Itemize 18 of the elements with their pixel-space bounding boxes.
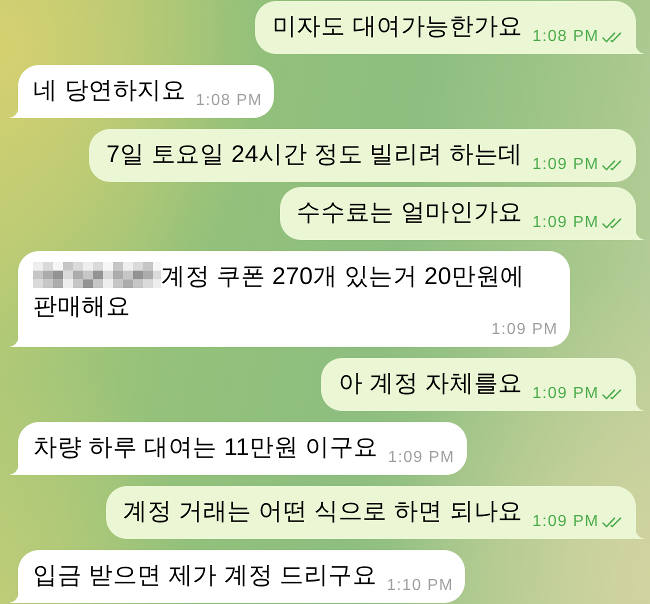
message-time: 1:09 PM	[532, 215, 599, 231]
message-time: 1:10 PM	[386, 578, 454, 594]
message-text: 아 계정 자체를요	[338, 370, 522, 397]
message-time: 1:08 PM	[532, 29, 599, 45]
message-text: 수수료는 얼마인가요	[296, 199, 522, 226]
message-time: 1:08 PM	[196, 93, 262, 109]
message-text: 7일 토요일 24시간 정도 빌리려 하는데	[106, 141, 522, 168]
message-text: 입금 받으면 제가 계정 드리구요	[33, 562, 377, 589]
message-time: 1:09 PM	[532, 157, 599, 173]
message-text: 계정 거래는 어떤 식으로 하면 되나요	[123, 498, 522, 525]
message-text: 네 당연하지요	[33, 77, 186, 104]
message-time: 1:09 PM	[532, 514, 599, 530]
message-time: 1:09 PM	[491, 322, 558, 338]
message-time: 1:09 PM	[532, 386, 599, 402]
message-text: 차량 하루 대여는 11만원 이구요	[33, 434, 378, 461]
message-text: 계정 쿠폰 270개 있는거 20만원에 판매해요	[33, 263, 524, 320]
message-text: 미자도 대여가능한가요	[272, 13, 522, 40]
message-time: 1:09 PM	[388, 450, 455, 466]
